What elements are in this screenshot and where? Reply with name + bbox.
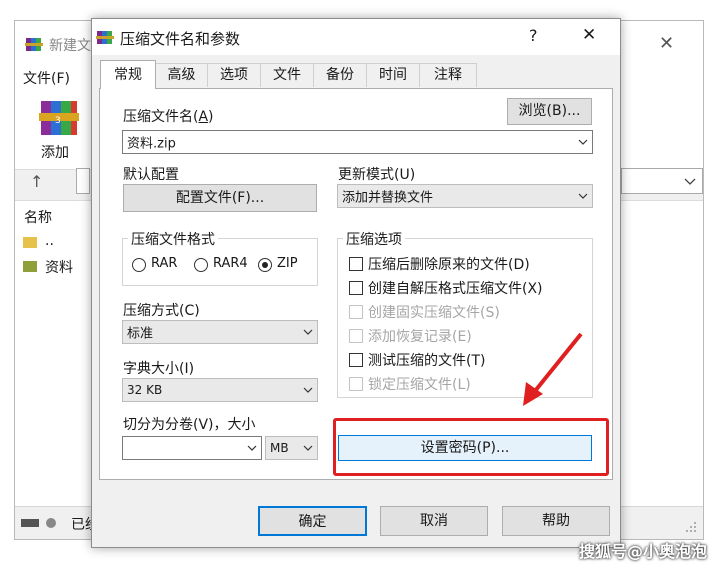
close-icon[interactable]: ✕ xyxy=(582,25,596,45)
add-archive-icon: 3 xyxy=(39,97,79,143)
cancel-button[interactable]: 取消 xyxy=(380,506,488,536)
up-arrow-icon[interactable]: ↑ xyxy=(30,172,43,191)
archive-name-combobox[interactable]: 资料.zip xyxy=(122,130,593,154)
dialog-titlebar: 压缩文件名和参数 ? ✕ xyxy=(92,19,620,55)
update-mode-label: 更新模式(U) xyxy=(338,167,416,183)
background-close-icon[interactable]: ✕ xyxy=(659,33,674,54)
winrar-dialog-icon xyxy=(96,28,114,50)
ok-button[interactable]: 确定 xyxy=(258,506,367,536)
winrar-app-icon xyxy=(25,35,43,53)
split-size-combobox[interactable] xyxy=(122,436,262,460)
format-zip-label[interactable]: ZIP xyxy=(277,256,298,271)
test-archive-label[interactable]: 测试压缩的文件(T) xyxy=(368,350,485,370)
format-zip-radio[interactable] xyxy=(258,258,272,272)
lock-archive-label: 锁定压缩文件(L) xyxy=(368,377,471,393)
create-solid-checkbox xyxy=(349,305,363,319)
tab-comment[interactable]: 注释 xyxy=(419,63,477,87)
svg-text:3: 3 xyxy=(55,116,61,126)
test-archive-checkbox[interactable] xyxy=(349,353,363,367)
recovery-record-label: 添加恢复记录(E) xyxy=(368,329,472,345)
chevron-down-icon xyxy=(303,445,313,451)
compression-method-label: 压缩方式(C) xyxy=(123,303,200,319)
tab-options[interactable]: 选项 xyxy=(207,63,261,87)
chevron-down-icon xyxy=(303,329,313,335)
tab-general[interactable]: 常规 xyxy=(100,60,156,89)
tab-time[interactable]: 时间 xyxy=(366,63,420,87)
delete-after-label[interactable]: 压缩后删除原来的文件(D) xyxy=(368,254,530,274)
browse-button[interactable]: 浏览(B)... xyxy=(507,98,592,125)
recovery-record-checkbox xyxy=(349,329,363,343)
resize-grip-icon xyxy=(685,521,697,537)
delete-after-checkbox[interactable] xyxy=(349,257,363,271)
format-rar4-radio[interactable] xyxy=(194,258,208,272)
highlight-box xyxy=(333,418,609,476)
dictionary-size-label: 字典大小(I) xyxy=(123,361,195,377)
format-rar-label[interactable]: RAR xyxy=(151,256,177,271)
chevron-down-icon xyxy=(247,445,257,451)
tab-advanced[interactable]: 高级 xyxy=(155,63,208,87)
add-button[interactable]: 3 添加 xyxy=(33,95,83,161)
background-path-dropdown[interactable] xyxy=(621,168,703,194)
list-item[interactable]: .. xyxy=(23,233,93,253)
tab-backup[interactable]: 备份 xyxy=(313,63,367,87)
chevron-down-icon xyxy=(684,178,696,185)
update-mode-value: 添加并替换文件 xyxy=(342,190,434,206)
list-item[interactable]: 资料 xyxy=(23,257,93,277)
archive-name-label: 压缩文件名(A) xyxy=(123,109,214,125)
split-volumes-label: 切分为分卷(V)，大小 xyxy=(123,417,256,433)
format-rar4-label[interactable]: RAR4 xyxy=(213,256,248,271)
drive-icon xyxy=(21,517,59,533)
create-solid-label: 创建固实压缩文件(S) xyxy=(368,305,500,321)
default-profile-label: 默认配置 xyxy=(123,167,179,183)
chevron-down-icon xyxy=(578,193,588,199)
compression-method-select[interactable]: 标准 xyxy=(122,320,318,344)
background-window-title: 新建文 xyxy=(49,38,91,54)
red-arrow-annotation xyxy=(523,332,583,406)
background-path-box[interactable] xyxy=(76,168,90,194)
chevron-down-icon xyxy=(303,387,313,393)
menu-file[interactable]: 文件(F) xyxy=(23,68,70,88)
archive-options-group-title: 压缩选项 xyxy=(343,229,405,249)
add-label: 添加 xyxy=(41,145,69,161)
profile-button[interactable]: 配置文件(F)... xyxy=(123,184,317,212)
archive-folder-icon xyxy=(23,259,39,277)
split-unit-select[interactable]: MB xyxy=(265,436,318,460)
watermark-text: 搜狐号@小奥泡泡 xyxy=(578,542,707,561)
list-item-name: .. xyxy=(45,233,54,249)
lock-archive-checkbox xyxy=(349,377,363,391)
help-button[interactable]: 帮助 xyxy=(502,506,610,536)
compression-method-value: 标准 xyxy=(127,326,154,342)
tab-files[interactable]: 文件 xyxy=(260,63,314,87)
dictionary-size-select[interactable]: 32 KB xyxy=(122,378,318,402)
chevron-down-icon xyxy=(578,139,588,145)
format-rar-radio[interactable] xyxy=(132,258,146,272)
update-mode-select[interactable]: 添加并替换文件 xyxy=(337,184,593,208)
dialog-title: 压缩文件名和参数 xyxy=(120,30,241,48)
split-unit-value: MB xyxy=(270,441,289,455)
create-sfx-label[interactable]: 创建自解压格式压缩文件(X) xyxy=(368,278,543,298)
column-header-name[interactable]: 名称 xyxy=(24,207,52,227)
archive-format-group-title: 压缩文件格式 xyxy=(128,229,218,249)
list-item-name: 资料 xyxy=(45,260,73,276)
help-icon[interactable]: ? xyxy=(529,26,538,45)
archive-name-value: 资料.zip xyxy=(127,136,176,152)
folder-icon xyxy=(23,235,39,253)
create-sfx-checkbox[interactable] xyxy=(349,281,363,295)
dictionary-size-value: 32 KB xyxy=(127,383,163,397)
